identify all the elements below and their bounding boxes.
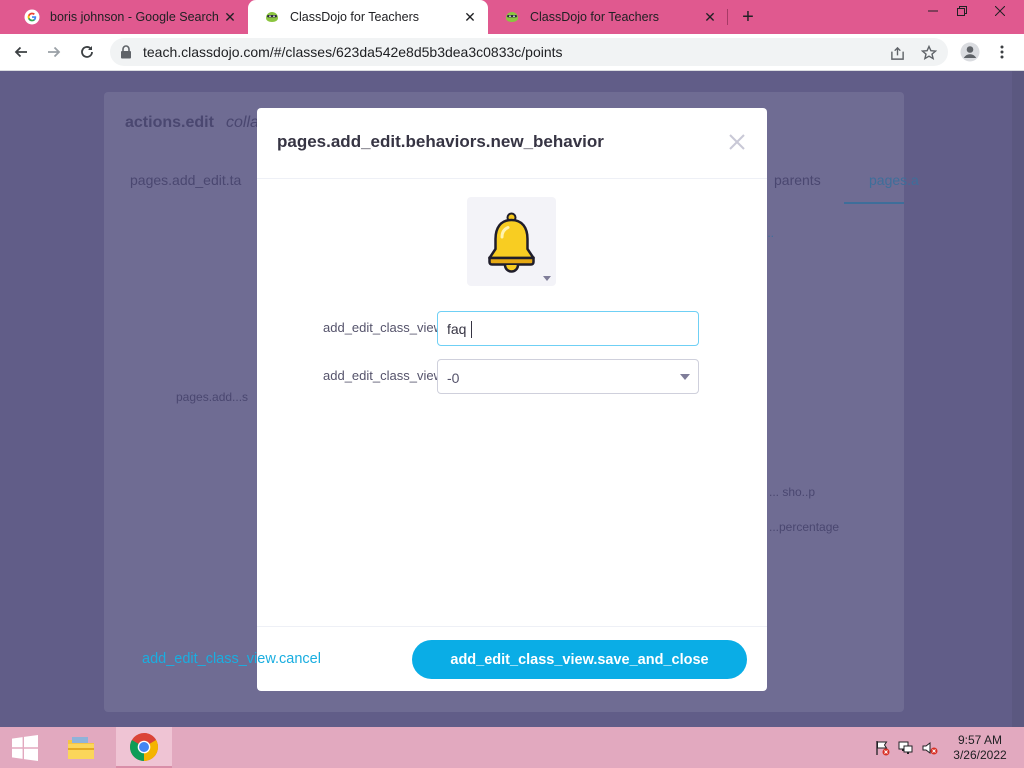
points-select[interactable]: -0 — [437, 359, 699, 394]
background-tab-right: parents — [774, 172, 821, 188]
modal-header-divider — [257, 178, 767, 179]
tab-classdojo[interactable]: ClassDojo for Teachers ✕ — [488, 0, 728, 34]
lock-icon — [121, 45, 131, 59]
behavior-name-value: faq — [447, 321, 467, 337]
volume-muted-icon[interactable] — [922, 740, 938, 756]
google-g-icon — [24, 9, 40, 25]
browser-tab-strip: boris johnson - Google Search ✕ ClassDoj… — [0, 0, 1024, 34]
minimize-icon[interactable] — [918, 0, 948, 22]
tab-title: boris johnson - Google Search — [50, 10, 219, 24]
background-right-text-1: ... sho..p — [769, 485, 816, 499]
more-vertical-icon — [1000, 45, 1004, 59]
behavior-icon-picker[interactable] — [467, 197, 556, 286]
url-text: teach.classdojo.com/#/classes/623da542e8… — [143, 44, 563, 60]
classdojo-icon — [506, 12, 518, 22]
folder-icon — [68, 736, 94, 759]
cancel-button[interactable]: add_edit_class_view.cancel — [142, 651, 321, 667]
background-heading-suffix: colla — [226, 114, 259, 131]
close-tab-icon[interactable]: ✕ — [462, 9, 478, 25]
taskbar-file-explorer[interactable] — [56, 727, 106, 768]
close-icon — [729, 134, 745, 150]
network-icon[interactable] — [898, 740, 914, 756]
browser-toolbar: teach.classdojo.com/#/classes/623da542e8… — [0, 34, 1024, 71]
clock-time: 9:57 AM — [957, 733, 1003, 747]
modal-title: pages.add_edit.behaviors.new_behavior — [277, 132, 604, 151]
background-tab-underline — [844, 202, 904, 204]
points-selected-value: -0 — [447, 370, 460, 386]
background-tab-left: pages.add_edit.ta — [130, 172, 242, 188]
bell-icon — [488, 212, 535, 273]
arrow-right-icon — [48, 46, 61, 58]
reload-button[interactable] — [75, 40, 99, 64]
background-heading: actions.edit — [125, 114, 214, 131]
windows-taskbar: 9:57 AM 3/26/2022 — [0, 727, 1024, 768]
system-clock[interactable]: 9:57 AM 3/26/2022 — [948, 733, 1012, 763]
share-icon[interactable] — [888, 44, 906, 62]
points-field-label: add_edit_class_view.points — [323, 368, 439, 383]
tab-title: ClassDojo for Teachers — [530, 10, 659, 24]
reload-icon — [81, 46, 93, 58]
new-tab-button[interactable]: + — [736, 5, 760, 29]
close-tab-icon[interactable]: ✕ — [702, 9, 718, 25]
start-button[interactable] — [0, 727, 50, 768]
tab-google-search[interactable]: boris johnson - Google Search ✕ — [8, 0, 248, 34]
page-scrollbar[interactable] — [1012, 71, 1024, 727]
account-icon — [960, 42, 980, 62]
save-and-close-label: add_edit_class_view.save_and_close — [450, 651, 709, 668]
forward-button[interactable] — [42, 40, 66, 64]
classdojo-icon — [266, 12, 278, 22]
tab-separator — [727, 9, 728, 25]
tab-classdojo-active[interactable]: ClassDojo for Teachers ✕ — [248, 0, 488, 34]
background-tab-active: pages.a — [869, 172, 919, 188]
behavior-name-input[interactable]: faq — [437, 311, 699, 346]
back-button[interactable] — [9, 40, 33, 64]
background-side-text: pages.add...s — [176, 390, 249, 404]
text-cursor — [471, 321, 472, 338]
modal-footer-divider — [257, 626, 767, 627]
address-bar[interactable]: teach.classdojo.com/#/classes/623da542e8… — [110, 38, 948, 66]
taskbar-chrome[interactable] — [116, 727, 172, 768]
new-behavior-modal: pages.add_edit.behaviors.new_behavior ad… — [257, 108, 767, 691]
profile-avatar[interactable] — [958, 40, 982, 64]
arrow-left-icon — [14, 46, 27, 58]
menu-button[interactable] — [990, 40, 1014, 64]
bookmark-star-icon[interactable] — [920, 44, 938, 62]
flag-alert-icon[interactable] — [874, 740, 890, 756]
save-and-close-button[interactable]: add_edit_class_view.save_and_close — [412, 640, 747, 679]
close-modal-button[interactable] — [725, 130, 749, 154]
clock-date: 3/26/2022 — [953, 748, 1007, 762]
background-right-text-2: ...percentage — [769, 520, 840, 534]
close-tab-icon[interactable]: ✕ — [222, 9, 238, 25]
dropdown-arrow-icon — [680, 374, 690, 380]
tab-title: ClassDojo for Teachers — [290, 10, 419, 24]
chevron-down-icon — [543, 276, 551, 281]
chrome-icon — [130, 732, 158, 761]
restore-icon[interactable] — [947, 0, 977, 22]
windows-logo-icon — [12, 734, 38, 761]
close-window-icon[interactable] — [985, 0, 1015, 22]
name-field-label: add_edit_class_view.name — [323, 320, 439, 335]
